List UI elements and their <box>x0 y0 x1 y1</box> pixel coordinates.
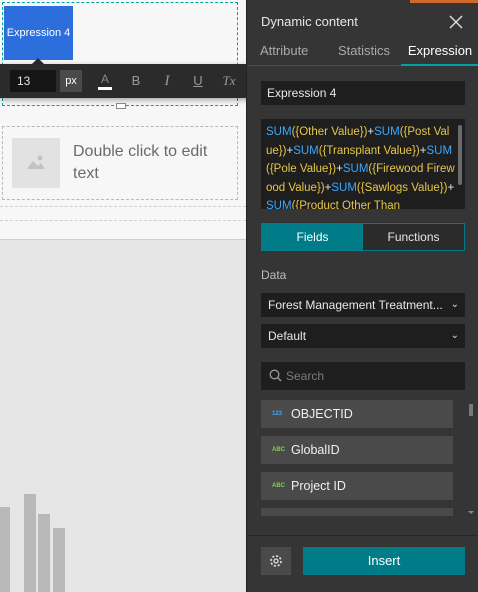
field-name: Project ID <box>291 479 346 493</box>
function-token: SUM <box>374 126 400 138</box>
selected-dynamic-text-chip[interactable]: Expression 4 <box>4 6 73 60</box>
field-token: ({Other Value}) <box>291 126 368 138</box>
clear-format-button[interactable]: Tx <box>221 70 237 92</box>
search-icon <box>269 369 282 382</box>
field-token: ({Pole Value}) <box>266 163 337 175</box>
text-widget-placeholder[interactable]: Double click to edit text <box>2 126 238 200</box>
chevron-down-icon: ⌄ <box>450 330 459 341</box>
widget-area: Expression 4 13 px A B I U Tx Double cli… <box>0 0 256 240</box>
panel-accent-bar <box>410 0 478 3</box>
field-item-objectid[interactable]: 123 OBJECTID <box>261 400 453 428</box>
image-placeholder-icon <box>12 138 60 188</box>
divider <box>0 206 246 207</box>
text-format-toolbar: 13 px A B I U Tx <box>0 64 256 98</box>
insert-button[interactable]: Insert <box>303 547 465 575</box>
field-token: ({Sawlogs Value}) <box>356 181 448 194</box>
tab-expression[interactable]: Expression <box>401 40 478 66</box>
scrollbar-thumb[interactable] <box>469 404 473 416</box>
gear-icon <box>270 555 282 567</box>
data-source-select[interactable]: Forest Management Treatment... ⌄ <box>261 293 465 317</box>
search-placeholder: Search <box>286 369 325 383</box>
expression-editor[interactable]: SUM({Other Value})+SUM({Post Value})+SUM… <box>261 119 465 209</box>
string-type-icon: ABC <box>272 508 285 516</box>
background-bar <box>53 528 65 592</box>
panel-footer: Insert <box>247 535 478 592</box>
text-color-swatch <box>98 87 112 90</box>
function-token: SUM <box>426 144 453 157</box>
number-type-icon: 123 <box>272 411 283 417</box>
divider <box>0 220 246 221</box>
field-item-partial[interactable]: ABC <box>261 508 453 516</box>
function-token: SUM <box>266 126 292 138</box>
tab-attribute[interactable]: Attribute <box>260 40 308 66</box>
expression-name-input[interactable]: Expression 4 <box>261 81 465 105</box>
chevron-down-icon: ⌄ <box>450 299 459 310</box>
underline-button[interactable]: U <box>190 70 206 92</box>
text-color-button[interactable]: A <box>97 70 113 92</box>
field-list-scrollbar[interactable] <box>468 402 474 514</box>
data-label: Data <box>261 268 287 282</box>
field-name: GlobalID <box>291 443 340 457</box>
fields-tab-button[interactable]: Fields <box>262 224 363 250</box>
data-source-value: Forest Management Treatment... <box>268 298 443 312</box>
field-token: ({Product Other Than <box>291 200 401 209</box>
field-search-input[interactable]: Search <box>261 362 465 390</box>
functions-tab-button[interactable]: Functions <box>363 224 464 250</box>
tab-statistics[interactable]: Statistics <box>338 40 390 66</box>
scroll-down-arrow-icon[interactable] <box>468 511 474 514</box>
font-unit-button[interactable]: px <box>60 70 82 92</box>
close-icon[interactable] <box>448 14 464 30</box>
italic-button[interactable]: I <box>159 70 175 92</box>
design-canvas[interactable]: Expression 4 13 px A B I U Tx Double cli… <box>0 0 256 592</box>
string-type-icon: ABC <box>272 447 285 453</box>
fields-functions-switch: Fields Functions <box>261 223 465 251</box>
field-list: 123 OBJECTID ABC GlobalID ABC Project ID… <box>261 400 465 516</box>
background-bar <box>24 494 36 592</box>
string-type-icon: ABC <box>272 483 285 489</box>
editor-scrollbar[interactable] <box>458 125 462 185</box>
function-token: SUM <box>266 200 292 209</box>
settings-button[interactable] <box>261 547 291 575</box>
resize-handle[interactable] <box>116 103 126 109</box>
background-bar <box>38 514 50 592</box>
bold-button[interactable]: B <box>128 70 144 92</box>
panel-tabs: Attribute Statistics Expression <box>247 40 478 66</box>
view-select[interactable]: Default ⌄ <box>261 324 465 348</box>
placeholder-text: Double click to edit text <box>73 143 208 182</box>
function-token: SUM <box>293 144 319 157</box>
view-select-value: Default <box>268 329 307 343</box>
operator-token: + <box>336 163 343 175</box>
field-token: ({Transplant Value}) <box>318 144 420 157</box>
font-size-input[interactable]: 13 <box>10 70 56 92</box>
field-item-globalid[interactable]: ABC GlobalID <box>261 436 453 464</box>
background-bar <box>0 507 10 592</box>
function-token: SUM <box>342 163 369 175</box>
text-color-icon: A <box>100 72 109 86</box>
field-item-project-id[interactable]: ABC Project ID <box>261 472 453 500</box>
dynamic-content-panel: Dynamic content Attribute Statistics Exp… <box>246 0 478 592</box>
panel-title: Dynamic content <box>261 14 358 29</box>
function-token: SUM <box>331 181 357 194</box>
background-bar-chart <box>0 492 246 592</box>
operator-token: + <box>447 181 455 194</box>
field-name: OBJECTID <box>291 407 353 421</box>
